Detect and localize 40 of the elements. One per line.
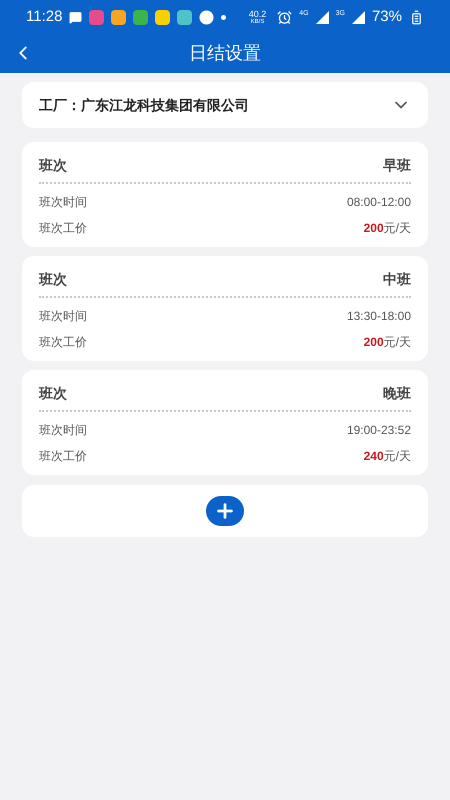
shift-card[interactable]: 班次 晚班 班次时间 19:00-23:52 班次工价 240元/天 [22, 370, 428, 475]
shift-card[interactable]: 班次 中班 班次时间 13:30-18:00 班次工价 200元/天 [22, 256, 428, 361]
shift-label: 班次 [39, 156, 67, 175]
add-button[interactable] [206, 496, 244, 526]
shift-name: 晚班 [383, 384, 411, 403]
app-icon [155, 10, 170, 24]
app-icon [133, 10, 148, 24]
dot-icon [221, 14, 226, 20]
time-label: 班次时间 [39, 194, 87, 211]
plus-icon [214, 500, 236, 522]
shift-label: 班次 [39, 270, 67, 289]
alarm-icon [277, 10, 292, 24]
shift-label: 班次 [39, 384, 67, 403]
status-time: 11:28 [26, 6, 62, 27]
network-speed: 40.2 [248, 10, 266, 18]
page-title: 日结设置 [189, 42, 261, 65]
factory-selector[interactable]: 工厂：广东江龙科技集团有限公司 [22, 82, 428, 128]
battery-icon [409, 10, 424, 24]
chat-icon [69, 10, 82, 24]
signal-icon [352, 10, 365, 24]
price-label: 班次工价 [39, 448, 87, 465]
time-label: 班次时间 [39, 422, 87, 439]
shift-card[interactable]: 班次 早班 班次时间 08:00-12:00 班次工价 200元/天 [22, 142, 428, 247]
battery-percent: 73% [372, 6, 402, 27]
price-value: 200元/天 [364, 334, 411, 351]
app-icon [177, 10, 192, 24]
signal-icon [316, 10, 329, 24]
price-value: 240元/天 [364, 448, 411, 465]
price-label: 班次工价 [39, 220, 87, 237]
time-value: 13:30-18:00 [346, 308, 411, 325]
time-label: 班次时间 [39, 308, 87, 325]
shift-name: 中班 [383, 270, 411, 289]
price-label: 班次工价 [39, 334, 87, 351]
app-icon [89, 10, 104, 24]
price-value: 200元/天 [364, 220, 411, 237]
app-icon [199, 10, 214, 24]
time-value: 08:00-12:00 [346, 194, 411, 211]
time-value: 19:00-23:52 [346, 422, 411, 439]
shift-name: 早班 [383, 156, 411, 175]
app-icon [111, 10, 126, 24]
